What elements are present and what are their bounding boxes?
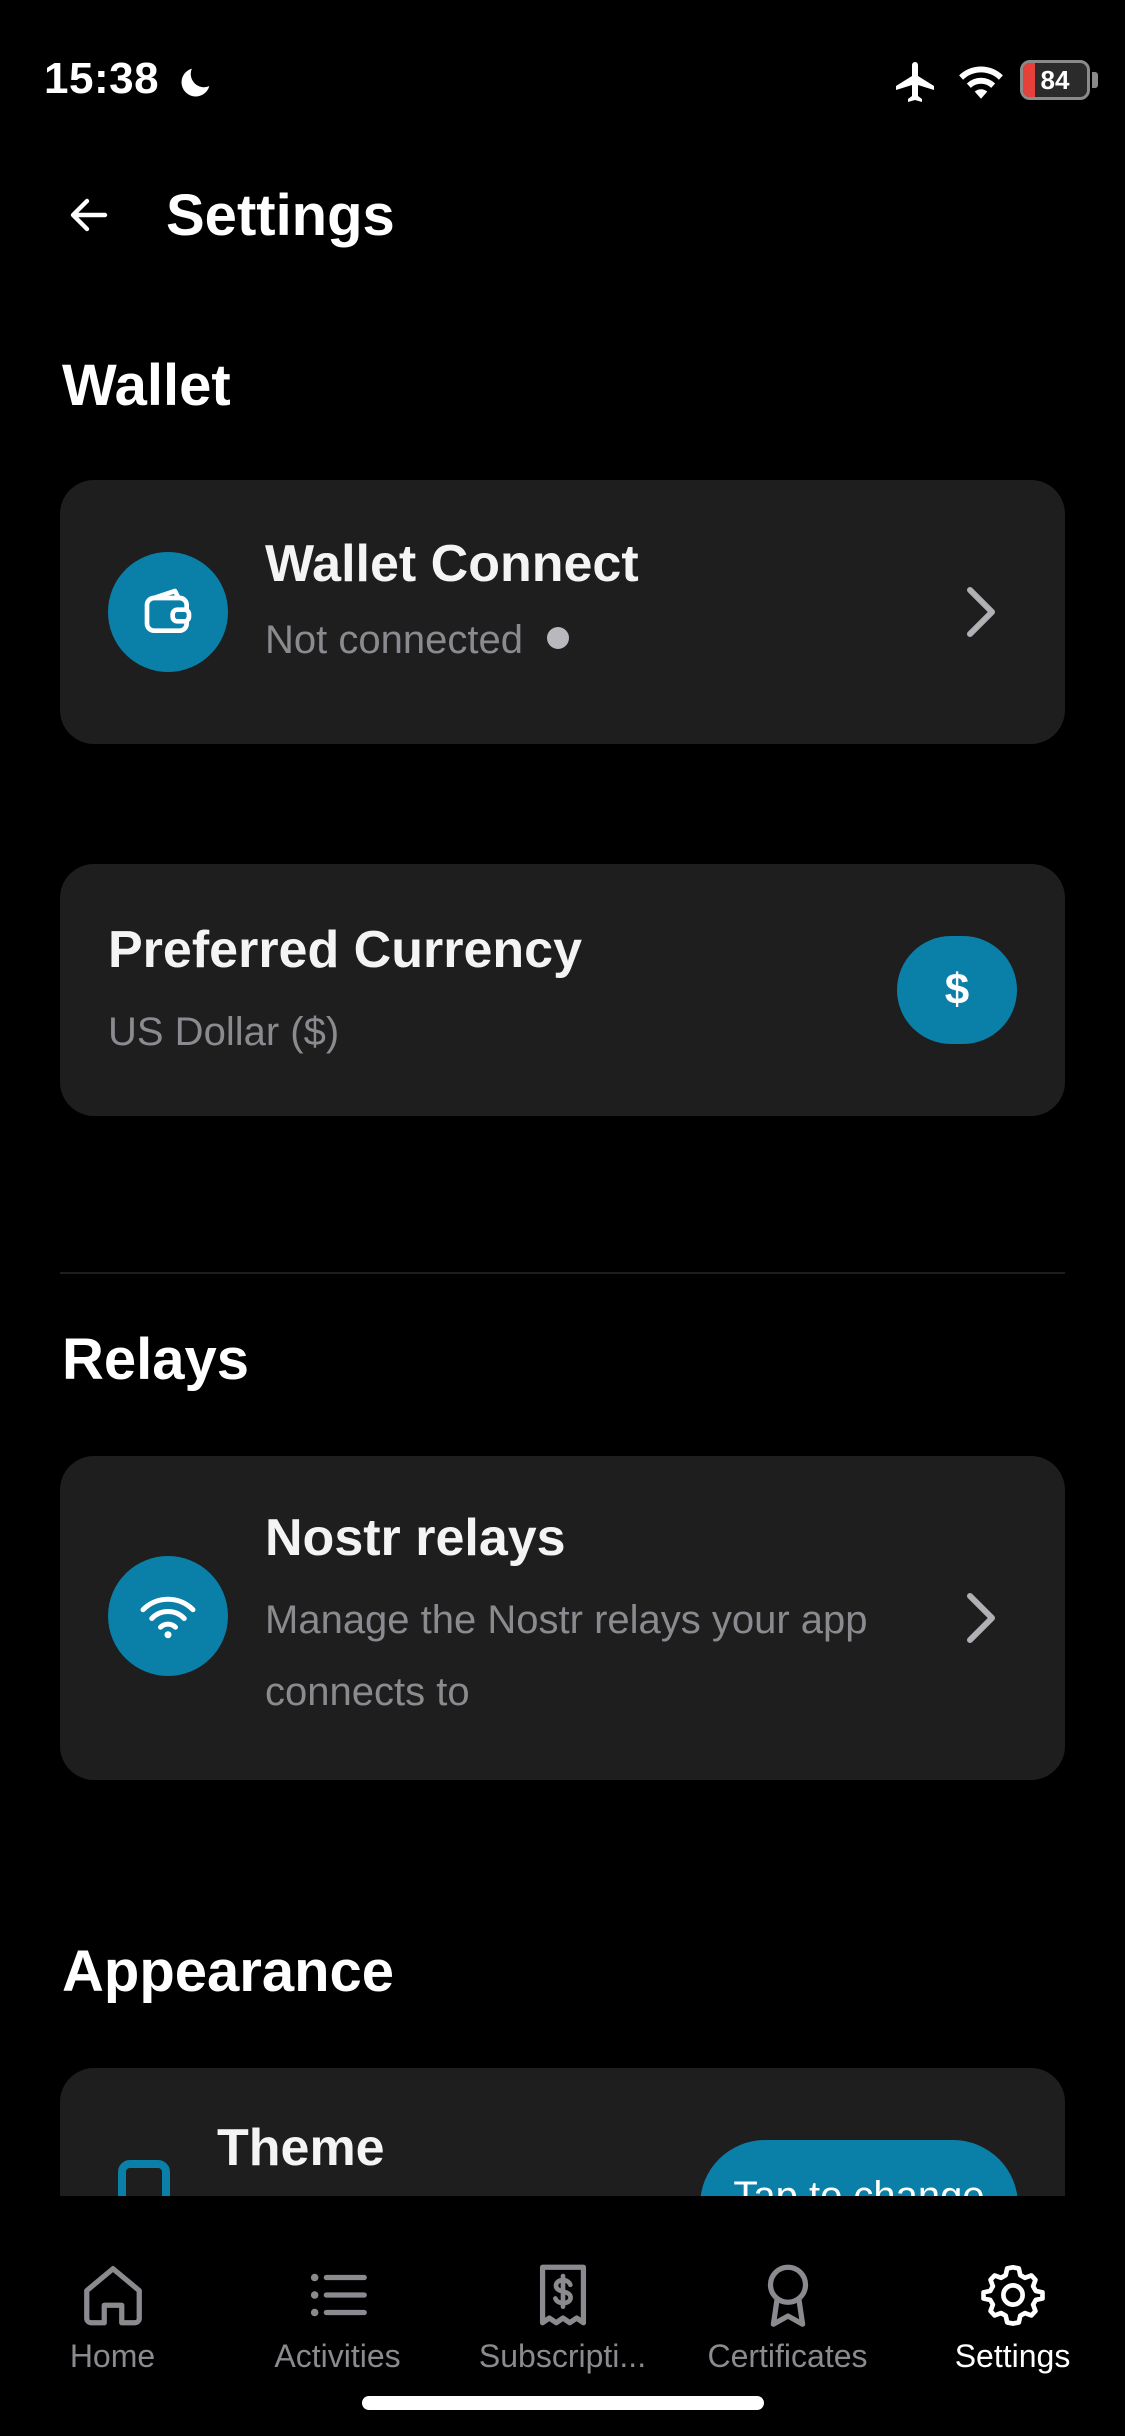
wallet-connect-status-text: Not connected bbox=[265, 618, 523, 662]
preferred-currency-value: US Dollar ($) bbox=[108, 1010, 340, 1054]
home-icon bbox=[83, 2266, 142, 2326]
section-divider bbox=[60, 1272, 1065, 1274]
section-heading-appearance: Appearance bbox=[62, 1939, 395, 2004]
currency-badge[interactable]: $ bbox=[897, 936, 1017, 1044]
relays-icon-circle bbox=[108, 1556, 228, 1676]
section-heading-relays: Relays bbox=[62, 1327, 250, 1392]
wallet-icon bbox=[144, 588, 192, 633]
tab-settings[interactable]: Settings bbox=[900, 2260, 1125, 2390]
status-time: 15:38 bbox=[44, 54, 160, 103]
preferred-currency-card[interactable]: Preferred Currency US Dollar ($) $ bbox=[60, 864, 1065, 1116]
chevron-right-icon bbox=[967, 1593, 995, 1643]
battery-tip bbox=[1092, 72, 1098, 88]
home-indicator bbox=[362, 2396, 764, 2410]
wallet-icon-circle bbox=[108, 552, 228, 672]
nostr-relays-title: Nostr relays bbox=[265, 1509, 566, 1567]
tab-label-subscriptions: Subscripti... bbox=[478, 2338, 647, 2374]
arrow-left-icon bbox=[70, 198, 108, 232]
tab-activities[interactable]: Activities bbox=[225, 2260, 450, 2390]
wifi-icon bbox=[140, 1596, 196, 1639]
theme-title: Theme bbox=[217, 2119, 385, 2177]
gear-icon bbox=[980, 2264, 1045, 2326]
page-title: Settings bbox=[166, 183, 395, 248]
wallet-connect-card[interactable]: Wallet Connect Not connected bbox=[60, 480, 1065, 744]
settings-screen: 15:38 84 Settings Wallet Wallet Connect … bbox=[0, 0, 1125, 2436]
battery-icon: 84 bbox=[1020, 60, 1090, 100]
status-dot bbox=[546, 627, 569, 650]
tab-label-activities: Activities bbox=[274, 2338, 401, 2374]
wallet-connect-title: Wallet Connect bbox=[265, 535, 639, 593]
tab-home[interactable]: Home bbox=[0, 2260, 225, 2390]
wifi-icon bbox=[959, 66, 1003, 99]
chevron-right-icon bbox=[967, 587, 995, 637]
tab-certificates[interactable]: Certificates bbox=[675, 2260, 900, 2390]
wallet-connect-status: Not connected bbox=[265, 604, 569, 676]
airplane-icon bbox=[896, 62, 934, 102]
list-icon bbox=[310, 2273, 367, 2317]
tab-label-settings: Settings bbox=[954, 2338, 1071, 2374]
nostr-relays-card[interactable]: Nostr relays Manage the Nostr relays you… bbox=[60, 1456, 1065, 1780]
preferred-currency-title: Preferred Currency bbox=[108, 921, 582, 979]
status-bar: 15:38 84 bbox=[0, 0, 1125, 160]
back-button[interactable] bbox=[56, 182, 122, 248]
receipt-icon bbox=[539, 2264, 586, 2326]
nostr-relays-description-line2: connects to bbox=[265, 1670, 470, 1714]
nostr-relays-description: Manage the Nostr relays your app connect… bbox=[265, 1584, 868, 1728]
tab-label-certificates: Certificates bbox=[707, 2338, 868, 2374]
nostr-relays-description-line1: Manage the Nostr relays your app bbox=[265, 1598, 868, 1642]
tab-subscriptions[interactable]: Subscripti... bbox=[450, 2260, 675, 2390]
section-heading-wallet: Wallet bbox=[62, 353, 231, 418]
award-icon bbox=[767, 2264, 808, 2327]
tab-label-home: Home bbox=[69, 2338, 156, 2374]
battery-percentage: 84 bbox=[1040, 65, 1070, 95]
moon-icon bbox=[181, 68, 210, 97]
